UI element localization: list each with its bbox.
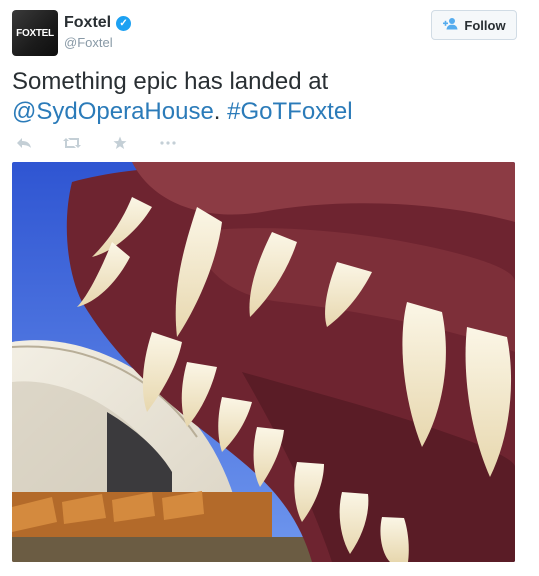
mention-link[interactable]: @SydOperaHouse [12,98,214,125]
retweet-button[interactable] [62,135,82,151]
more-icon [160,141,176,145]
favorite-icon [113,136,127,149]
author-names: Foxtel ✓ @Foxtel [64,14,132,50]
dragon-head-opera-house-photo [12,162,515,562]
reply-icon [17,138,31,148]
tweet-text-separator: . [213,98,228,125]
verified-icon: ✓ [116,15,132,31]
retweet-icon [63,138,81,148]
tweet-text: Something epic has landed at @SydOperaHo… [12,67,527,127]
favorite-button[interactable] [110,135,130,151]
tweet-photo[interactable] [12,162,515,562]
tweet-header: FOXTEL Foxtel ✓ @Foxtel Follow [12,10,517,58]
follow-person-plus-icon [442,17,458,33]
avatar[interactable]: FOXTEL [12,10,58,56]
hashtag-link[interactable]: #GoTFoxtel [227,98,352,125]
follow-button[interactable]: Follow [431,10,517,40]
display-name[interactable]: Foxtel [64,14,111,32]
display-name-row[interactable]: Foxtel ✓ [64,14,132,32]
tweet-actions [14,135,178,151]
tweet-text-plain: Something epic has landed at [12,68,329,95]
more-button[interactable] [158,135,178,151]
user-handle[interactable]: @Foxtel [64,35,131,50]
follow-label: Follow [464,17,506,33]
avatar-logo-text: FOXTEL [16,27,54,39]
reply-button[interactable] [14,135,34,151]
